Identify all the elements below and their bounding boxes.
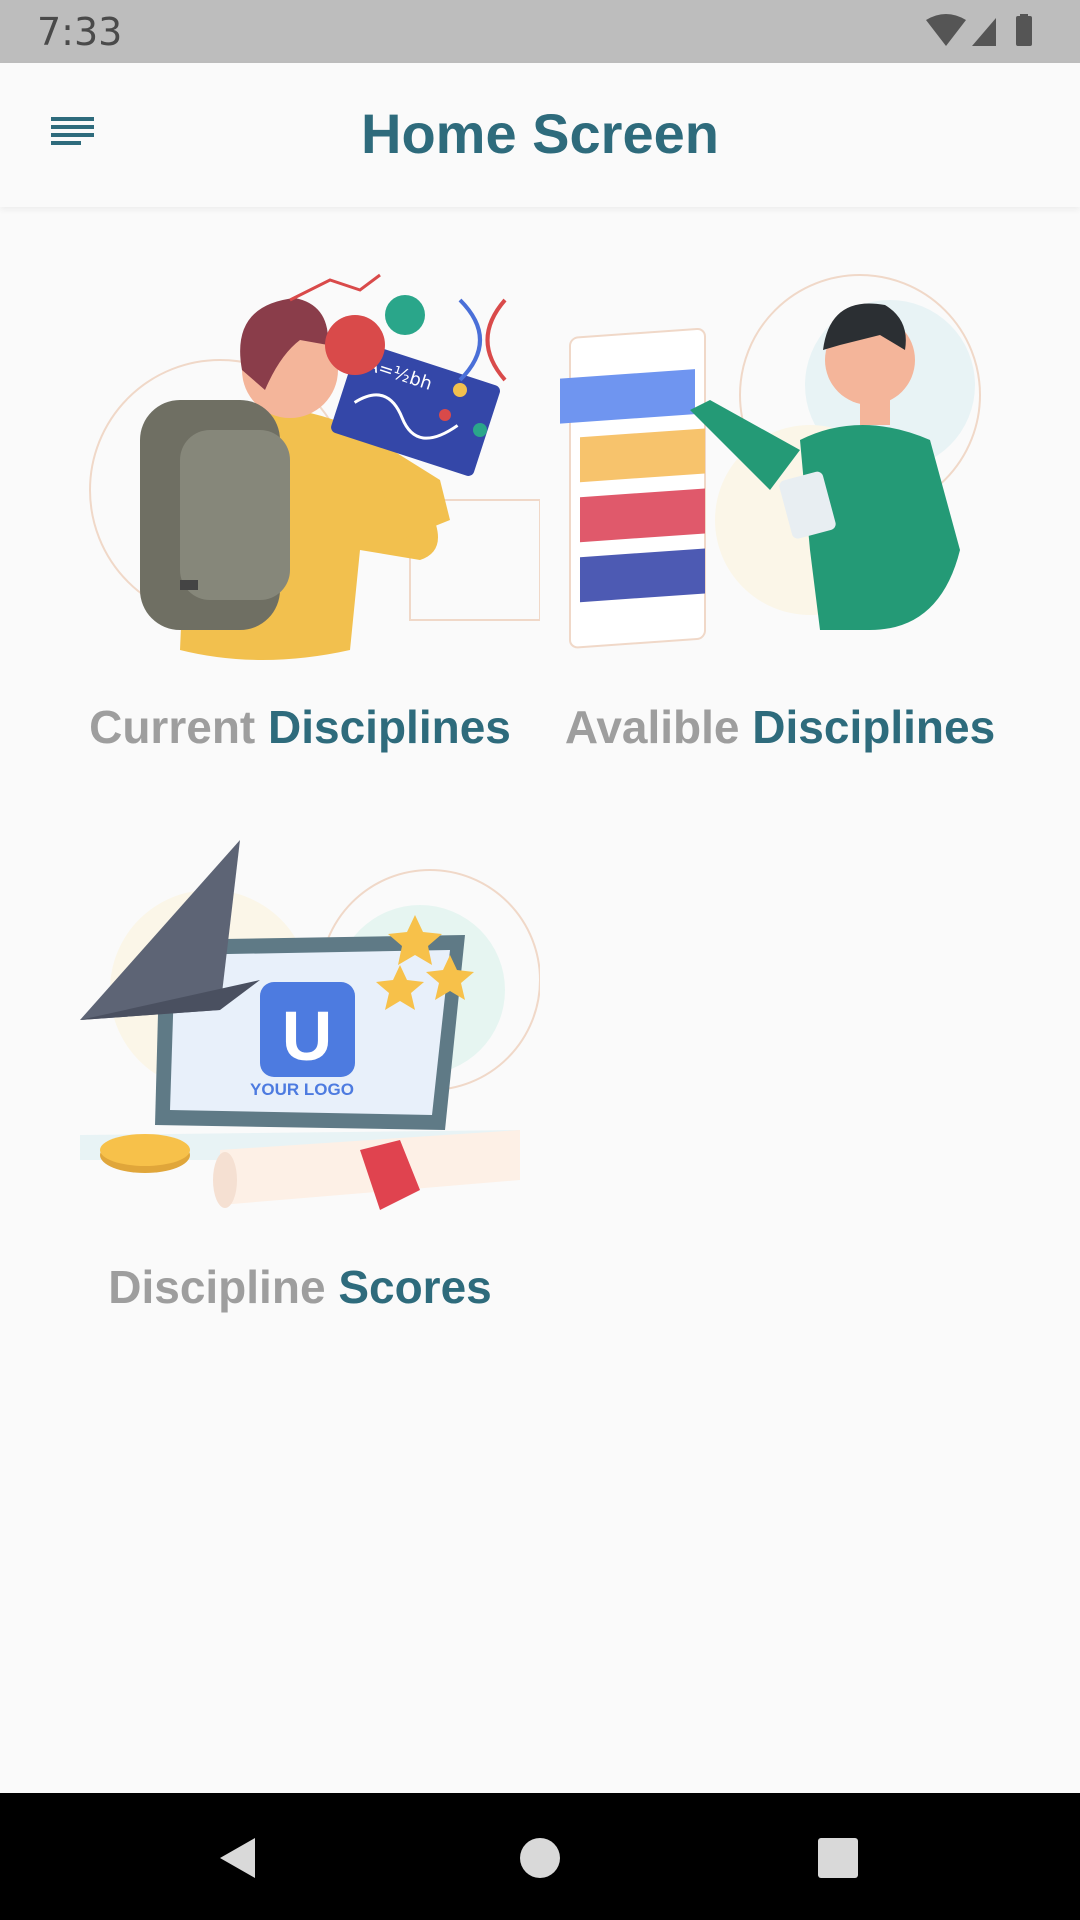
available-disciplines-label: Avalible Disciplines: [564, 701, 996, 753]
graduation-illustration: U YOUR LOGO: [80, 840, 540, 1210]
recents-icon: [818, 1838, 858, 1878]
list-board-illustration: [560, 274, 981, 649]
status-bar: 7:33: [0, 0, 1080, 63]
discipline-scores-label: Discipline Scores: [108, 1261, 492, 1313]
nav-recents-button[interactable]: [803, 1823, 873, 1893]
available-disciplines-card[interactable]: Avalible Disciplines: [540, 250, 1020, 770]
student-illustration: A=½bh: [89, 273, 540, 660]
discipline-scores-card[interactable]: U YOUR LOGO Discipline Scores: [60, 830, 540, 1350]
logo-letter: U: [282, 997, 333, 1075]
back-icon: [220, 1838, 255, 1878]
page-title: Home Screen: [361, 102, 719, 165]
logo-text: YOUR LOGO: [250, 1080, 354, 1099]
current-disciplines-card[interactable]: A=½bh Current Disciplines: [60, 250, 540, 770]
current-disciplines-label: Current Disciplines: [89, 701, 511, 753]
status-icons: [926, 14, 1032, 46]
wifi-icon: [926, 14, 966, 46]
nav-home-button[interactable]: [505, 1823, 575, 1893]
home-icon: [520, 1838, 560, 1878]
status-time: 7:33: [37, 10, 123, 54]
cell-signal-icon: [972, 18, 996, 46]
app-bar: Home Screen: [0, 63, 1080, 207]
nav-back-button[interactable]: [205, 1823, 275, 1893]
battery-icon: [1016, 16, 1032, 46]
navigation-bar: [0, 1793, 1080, 1920]
